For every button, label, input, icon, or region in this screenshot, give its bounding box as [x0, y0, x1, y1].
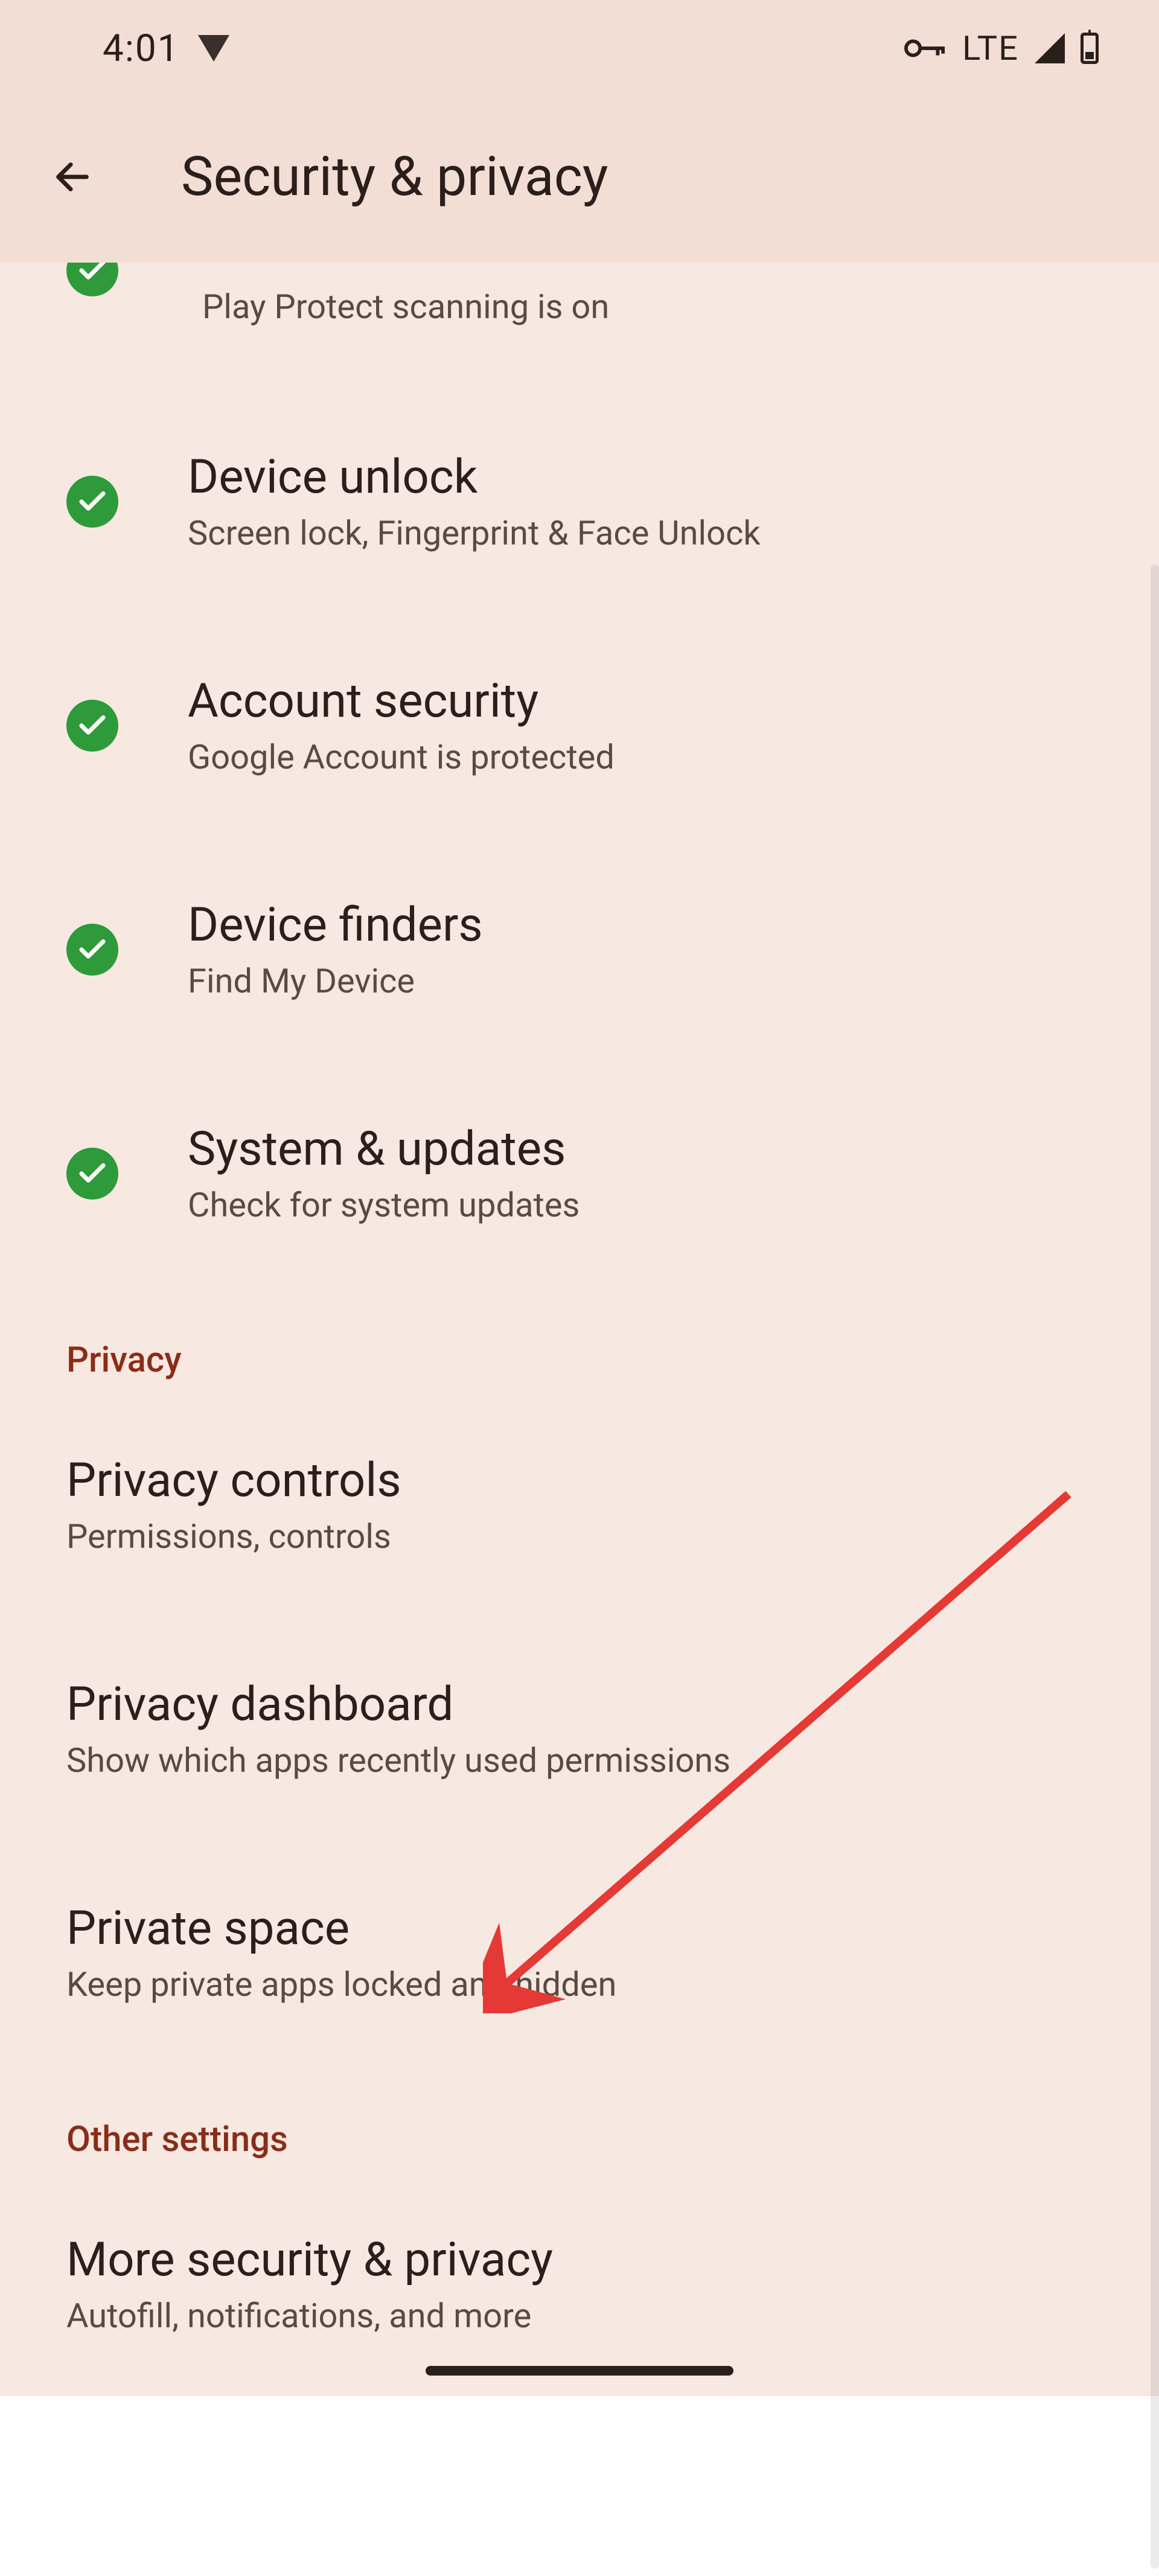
status-time: 4:01: [103, 27, 180, 71]
list-item-subtitle: Check for system updates: [188, 1185, 580, 1225]
nav-bar: [0, 2354, 1159, 2396]
security-item-device-unlock[interactable]: Device unlock Screen lock, Fingerprint &…: [66, 389, 1093, 613]
battery-icon: [1081, 33, 1099, 64]
list-item-subtitle: Play Protect scanning is on: [202, 287, 609, 327]
check-ok-icon: [66, 1148, 118, 1200]
status-bar: 4:01 LTE: [0, 0, 1159, 97]
list-item-title: Privacy controls: [66, 1453, 1093, 1508]
list-item-title: Device finders: [188, 898, 483, 953]
triangle-down-icon: [198, 35, 229, 62]
list-item-title: [202, 263, 214, 289]
privacy-item-private-space[interactable]: Private space Keep private apps locked a…: [66, 1841, 1093, 2065]
list-item-subtitle: Find My Device: [188, 961, 483, 1001]
list-item-title: System & updates: [188, 1122, 580, 1177]
status-right-cluster: LTE: [904, 28, 1099, 68]
check-ok-icon: [66, 700, 118, 752]
check-ok-icon: [66, 924, 118, 976]
security-item-app-security[interactable]: Play Protect scanning is on: [0, 263, 1159, 389]
other-item-more-security[interactable]: More security & privacy Autofill, notifi…: [66, 2172, 1093, 2354]
check-ok-icon: [66, 476, 118, 528]
other-list: More security & privacy Autofill, notifi…: [0, 2172, 1159, 2354]
security-item-account-security[interactable]: Account security Google Account is prote…: [66, 613, 1093, 837]
list-item-subtitle: Google Account is protected: [188, 737, 615, 777]
section-header-privacy: Privacy: [0, 1285, 1159, 1393]
list-item-title: Private space: [66, 1901, 1093, 1956]
list-item-title: Account security: [188, 674, 615, 729]
security-item-device-finders[interactable]: Device finders Find My Device: [66, 837, 1093, 1061]
security-item-system-updates[interactable]: System & updates Check for system update…: [66, 1061, 1093, 1285]
list-item-title: Privacy dashboard: [66, 1677, 1093, 1732]
list-item-subtitle: Keep private apps locked and hidden: [66, 1964, 1093, 2004]
status-clock: 4:01: [103, 27, 229, 71]
list-item-subtitle: Autofill, notifications, and more: [66, 2296, 1093, 2336]
app-bar: Security & privacy: [0, 97, 1159, 263]
nav-handle[interactable]: [426, 2366, 733, 2376]
arrow-left-icon: [51, 156, 94, 198]
check-ok-icon: [66, 263, 118, 296]
network-type-label: LTE: [962, 28, 1019, 68]
privacy-item-controls[interactable]: Privacy controls Permissions, controls: [66, 1393, 1093, 1617]
list-item-subtitle: Permissions, controls: [66, 1517, 1093, 1556]
list-item-title: More security & privacy: [66, 2232, 1093, 2287]
list-item-subtitle: Screen lock, Fingerprint & Face Unlock: [188, 513, 761, 553]
signal-icon: [1035, 33, 1065, 63]
privacy-item-dashboard[interactable]: Privacy dashboard Show which apps recent…: [66, 1617, 1093, 1841]
page-title: Security & privacy: [181, 145, 608, 208]
security-status-list: Device unlock Screen lock, Fingerprint &…: [0, 389, 1159, 1285]
list-item-title: Device unlock: [188, 450, 761, 505]
privacy-list: Privacy controls Permissions, controls P…: [0, 1393, 1159, 2065]
scroll-indicator: [1151, 564, 1159, 2569]
back-button[interactable]: [48, 153, 97, 201]
section-header-other: Other settings: [0, 2065, 1159, 2172]
list-item-subtitle: Show which apps recently used permission…: [66, 1740, 1093, 1780]
vpn-key-icon: [904, 36, 947, 60]
